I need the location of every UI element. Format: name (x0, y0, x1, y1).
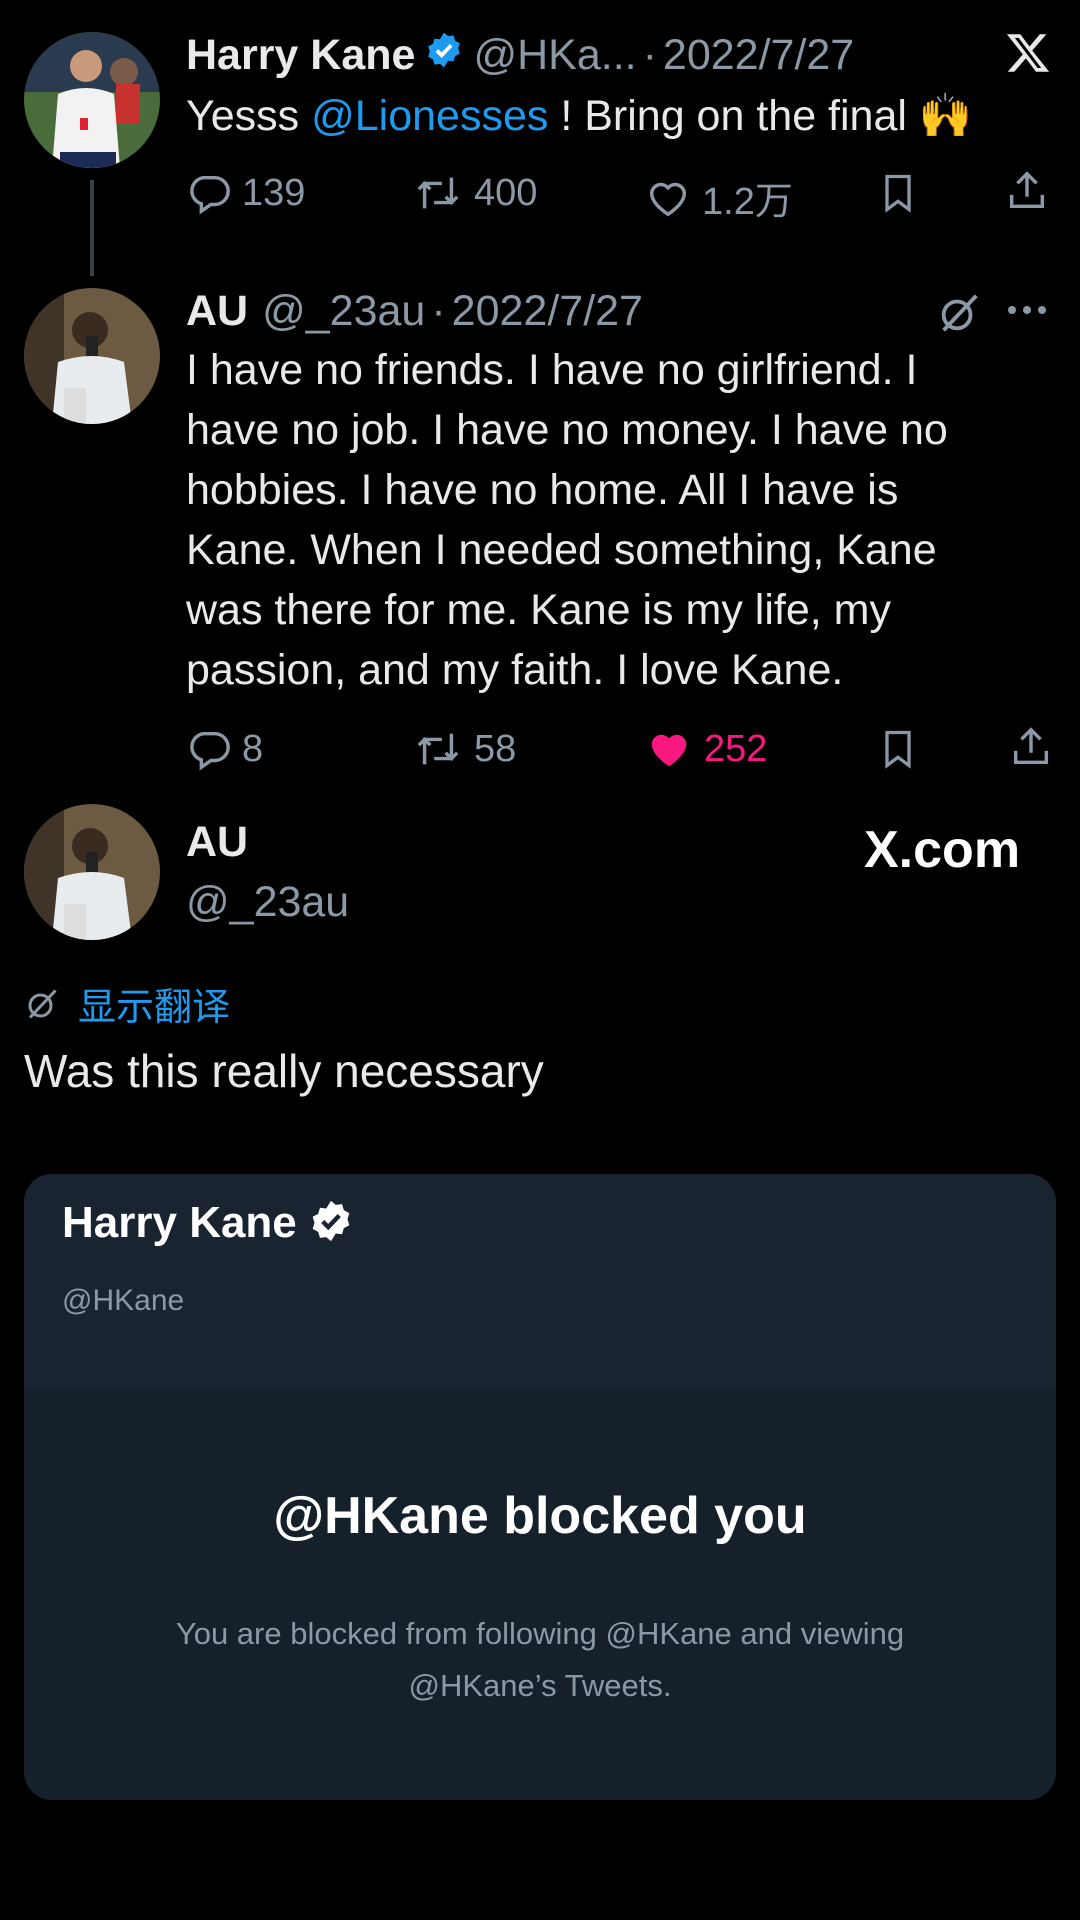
post-text: Was this really necessary (24, 1045, 544, 1097)
author-handle[interactable]: @_23au (262, 287, 425, 336)
tweet-text-part: ! Bring on the final (548, 92, 919, 140)
grok-icon[interactable] (936, 290, 982, 341)
reply-button[interactable]: 8 (186, 726, 263, 772)
like-button[interactable]: 1.2万 (644, 170, 793, 225)
tweet-date[interactable]: 2022/7/27 (663, 31, 854, 80)
translate-label[interactable]: 显示翻译 (78, 976, 230, 1031)
author-handle[interactable]: @_23au (186, 878, 349, 927)
translate-icon (28, 988, 57, 1019)
avatar-au[interactable] (24, 804, 160, 940)
thread-connector-line (90, 180, 94, 276)
retweet-count: 58 (474, 727, 517, 770)
author-name[interactable]: AU (186, 287, 248, 336)
show-translation-link[interactable]: 显示翻译 (24, 976, 230, 1031)
tweet-date[interactable]: 2022/7/27 (452, 287, 643, 336)
bookmark-icon[interactable] (876, 726, 920, 777)
retweet-count: 400 (474, 171, 538, 214)
like-count: 1.2万 (702, 181, 793, 223)
retweet-icon (417, 177, 459, 209)
retweet-button[interactable]: 58 (412, 726, 516, 772)
author-handle[interactable]: @HKa... (473, 31, 636, 80)
reply-button[interactable]: 139 (186, 170, 305, 216)
heart-filled-icon (651, 734, 687, 767)
meta-separator: · (431, 286, 446, 335)
like-count: 252 (704, 727, 768, 770)
embedded-profile-card[interactable]: Harry Kane @HKane @HKane blocked you You… (24, 1174, 1056, 1800)
share-icon[interactable] (1004, 168, 1050, 219)
reply-icon (190, 731, 230, 771)
like-button[interactable]: 252 (644, 726, 767, 772)
card-author-name[interactable]: Harry Kane (62, 1198, 297, 1248)
meta-separator: · (642, 30, 657, 79)
brand-watermark: X.com (864, 821, 1021, 879)
avatar-au[interactable] (24, 288, 160, 424)
card-author-handle[interactable]: @HKane (62, 1284, 184, 1318)
reply-count: 8 (242, 727, 264, 770)
retweet-button[interactable]: 400 (412, 170, 537, 216)
bookmark-icon[interactable] (876, 170, 920, 221)
more-options-icon[interactable] (1008, 306, 1046, 314)
author-name[interactable]: AU (186, 818, 248, 867)
share-icon[interactable] (1008, 724, 1054, 775)
retweet-icon (417, 733, 459, 765)
verified-badge-icon (425, 31, 463, 80)
tweet-text: I have no friends. I have no girlfriend.… (186, 346, 948, 694)
reply-icon (190, 175, 230, 215)
mention-link[interactable]: @Lionesses (311, 92, 548, 140)
avatar-harry-kane[interactable] (24, 32, 160, 168)
author-name[interactable]: Harry Kane (186, 31, 415, 80)
reply-count: 139 (242, 171, 306, 214)
blocked-notice: @HKane blocked you You are blocked from … (24, 1390, 1056, 1800)
tweet-text: Yesss @Lionesses ! Bring on the final 🙌 (186, 86, 1046, 146)
blocked-body: You are blocked from following @HKane an… (175, 1616, 905, 1703)
raising-hands-emoji: 🙌 (918, 92, 973, 140)
blocked-title: @HKane blocked you (273, 1487, 807, 1545)
heart-outline-icon (649, 182, 687, 216)
verified-badge-icon (309, 1199, 353, 1248)
x-logo-icon[interactable] (1004, 30, 1052, 81)
card-header: Harry Kane @HKane (24, 1174, 1056, 1390)
tweet-text-part: Yesss (186, 92, 312, 140)
